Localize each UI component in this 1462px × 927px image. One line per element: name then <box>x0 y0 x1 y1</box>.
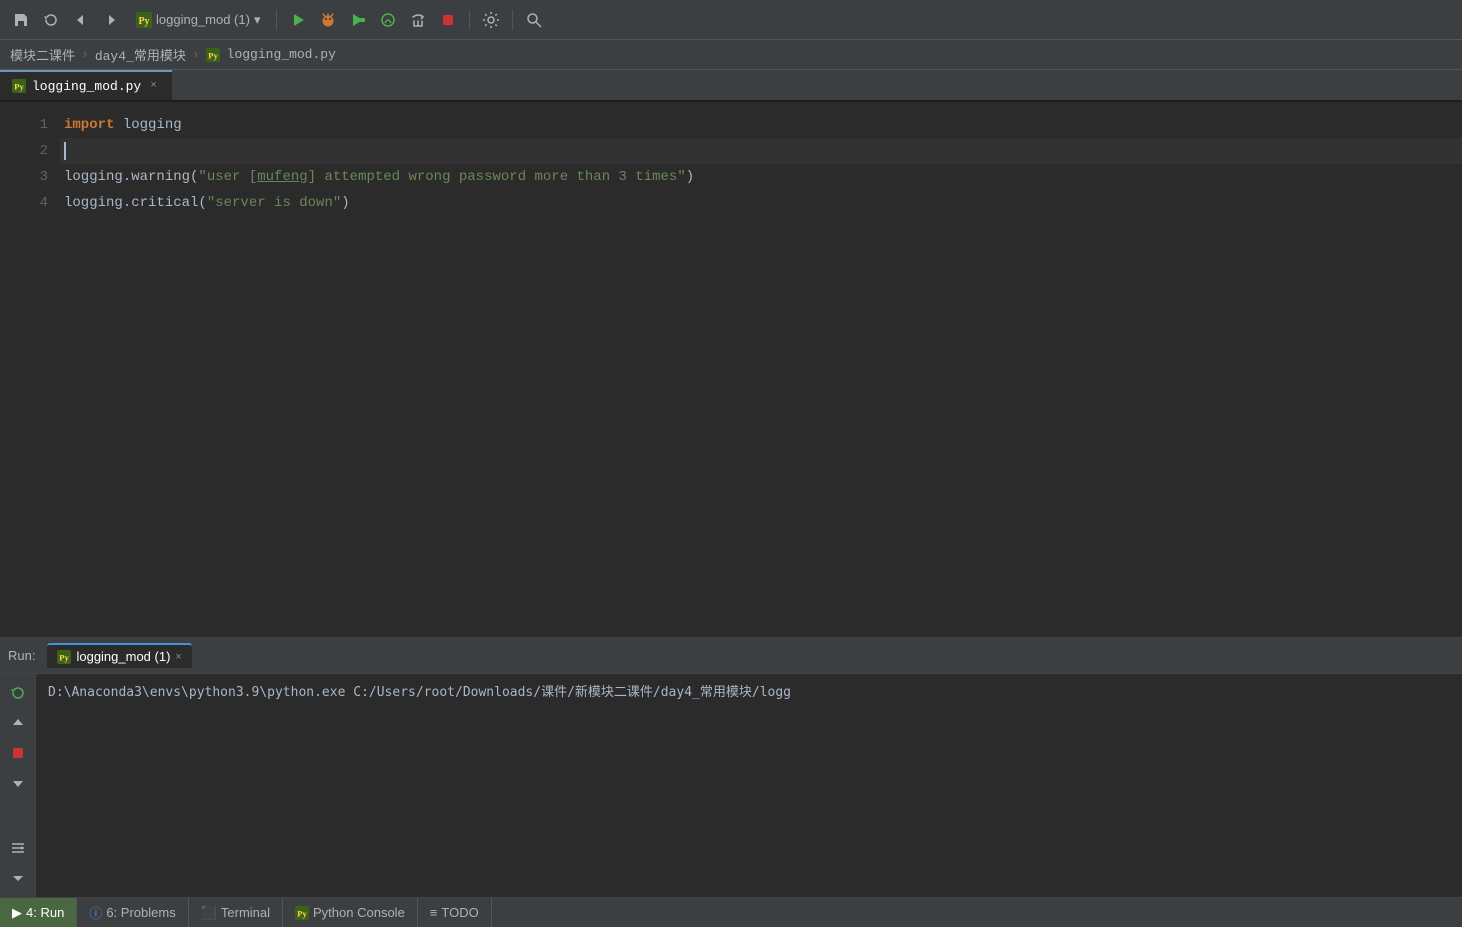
run-scroll-up-icon[interactable] <box>5 710 31 736</box>
status-item-problems[interactable]: ⓘ 6: Problems <box>77 898 188 927</box>
status-item-run[interactable]: ▶ 4: Run <box>0 898 77 927</box>
svg-text:Py: Py <box>14 82 24 92</box>
reload-icon[interactable] <box>38 7 64 33</box>
code-line-4: logging.critical("server is down") <box>60 190 1462 216</box>
run-status-icon: ▶ <box>12 905 22 921</box>
code-line-2 <box>60 138 1462 164</box>
run-tab-logging-mod[interactable]: Py logging_mod (1) × <box>47 643 191 668</box>
line-num-2: 2 <box>0 138 48 164</box>
editor-tabs: Py logging_mod.py × <box>0 70 1462 102</box>
profile-icon[interactable] <box>375 7 401 33</box>
code-plain-1: logging <box>114 117 181 133</box>
run-config-label: logging_mod (1) <box>156 12 250 27</box>
code-content[interactable]: import logging logging.warning("user [mu… <box>60 102 1462 637</box>
run-side-toolbar <box>0 674 36 897</box>
stop-icon[interactable] <box>435 7 461 33</box>
svg-text:Py: Py <box>60 652 70 662</box>
todo-label: TODO <box>441 905 478 920</box>
run-rerun-icon[interactable] <box>5 680 31 706</box>
run-tab-label: logging_mod (1) <box>76 649 170 664</box>
cursor <box>64 142 66 160</box>
run-config-arrow: ▾ <box>254 12 261 28</box>
terminal-label: Terminal <box>221 905 270 920</box>
run-stop-icon[interactable] <box>5 740 31 766</box>
breadcrumb-sep-1: › <box>81 47 89 62</box>
problems-label: 6: Problems <box>106 905 175 920</box>
editor-tab-close[interactable]: × <box>147 79 160 93</box>
code-fn-warning: logging.warning( <box>64 169 198 185</box>
run-dump-icon[interactable] <box>5 835 31 861</box>
settings-icon[interactable] <box>478 7 504 33</box>
run-output: D:\Anaconda3\envs\python3.9\python.exe C… <box>36 674 1462 897</box>
forward-icon[interactable] <box>98 7 124 33</box>
run-scroll-down-icon[interactable] <box>5 770 31 796</box>
breadcrumb: 模块二课件 › day4_常用模块 › Py logging_mod.py <box>0 40 1462 70</box>
todo-icon: ≡ <box>430 905 438 920</box>
run-tab-close[interactable]: × <box>175 651 181 663</box>
line-num-4: 4 <box>0 190 48 216</box>
editor-tab-logging-mod[interactable]: Py logging_mod.py × <box>0 70 172 100</box>
svg-text:Py: Py <box>208 50 218 60</box>
status-item-terminal[interactable]: ⬛ Terminal <box>189 898 283 927</box>
editor-area: 1 2 3 4 import logging logging.warning("… <box>0 102 1462 637</box>
svg-text:Py: Py <box>138 16 149 27</box>
code-line-3: logging.warning("user [mufeng] attempted… <box>60 164 1462 190</box>
toolbar: Py logging_mod (1) ▾ <box>0 0 1462 40</box>
line-num-3: 3 <box>0 164 48 190</box>
run-panel-header: Run: Py logging_mod (1) × <box>0 638 1462 674</box>
python-console-label: Python Console <box>313 905 405 920</box>
toolbar-sep-1 <box>276 10 277 30</box>
status-bar: ▶ 4: Run ⓘ 6: Problems ⬛ Terminal Py Pyt… <box>0 897 1462 927</box>
status-item-python-console[interactable]: Py Python Console <box>283 898 418 927</box>
line-num-1: 1 <box>0 112 48 138</box>
run-coverage-icon[interactable] <box>345 7 371 33</box>
toolbar-sep-2 <box>469 10 470 30</box>
run-label: Run: <box>8 648 35 663</box>
run-panel: Run: Py logging_mod (1) × <box>0 637 1462 897</box>
step-over-icon[interactable] <box>405 7 431 33</box>
code-paren-2: ) <box>341 195 349 211</box>
status-item-todo[interactable]: ≡ TODO <box>418 898 492 927</box>
breadcrumb-item-3[interactable]: Py logging_mod.py <box>206 47 336 62</box>
toolbar-sep-3 <box>512 10 513 30</box>
save-icon[interactable] <box>8 7 34 33</box>
code-str-warning: "user [mufeng] attempted wrong password … <box>198 169 685 185</box>
problems-icon: ⓘ <box>89 903 102 922</box>
line-numbers: 1 2 3 4 <box>0 102 60 637</box>
search-icon[interactable] <box>521 7 547 33</box>
keyword-import: import <box>64 117 114 133</box>
svg-text:Py: Py <box>297 908 307 918</box>
back-icon[interactable] <box>68 7 94 33</box>
run-output-text: D:\Anaconda3\envs\python3.9\python.exe C… <box>48 685 791 700</box>
code-fn-critical: logging.critical( <box>64 195 207 211</box>
editor-tab-label: logging_mod.py <box>32 79 141 94</box>
run-panel-body: D:\Anaconda3\envs\python3.9\python.exe C… <box>0 674 1462 897</box>
code-str-critical: "server is down" <box>207 195 341 211</box>
run-more-icon[interactable] <box>5 865 31 891</box>
breadcrumb-item-2[interactable]: day4_常用模块 <box>95 45 186 64</box>
breadcrumb-sep-2: › <box>192 47 200 62</box>
run-button[interactable] <box>285 7 311 33</box>
breadcrumb-item-1[interactable]: 模块二课件 <box>10 45 75 64</box>
debug-icon[interactable] <box>315 7 341 33</box>
terminal-icon: ⬛ <box>201 905 217 921</box>
code-line-1: import logging <box>60 112 1462 138</box>
run-status-label: 4: Run <box>26 905 64 920</box>
run-config-button[interactable]: Py logging_mod (1) ▾ <box>128 9 268 31</box>
editor-main: 1 2 3 4 import logging logging.warning("… <box>0 102 1462 637</box>
run-output-line-1: D:\Anaconda3\envs\python3.9\python.exe C… <box>48 682 1450 704</box>
code-paren-1: ) <box>686 169 694 185</box>
